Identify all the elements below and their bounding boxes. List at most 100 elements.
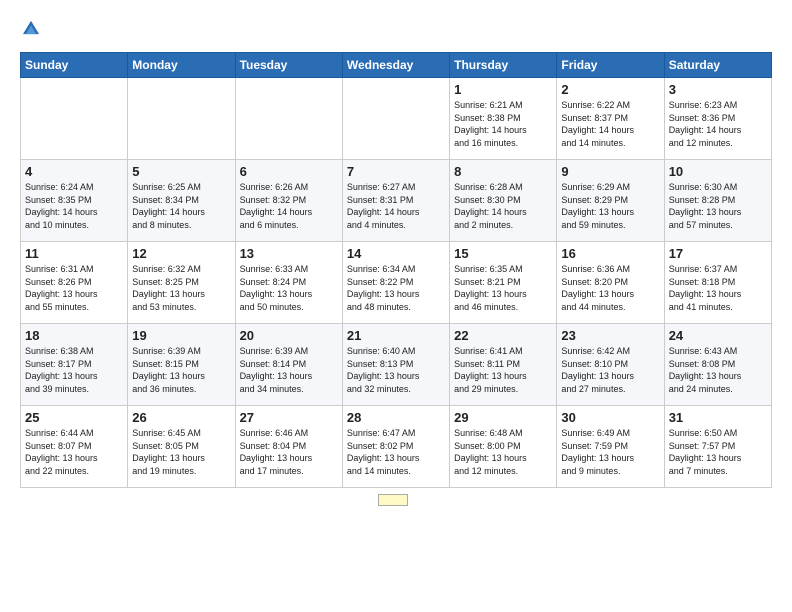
day-number: 11 (25, 246, 123, 261)
calendar-cell: 25 Sunrise: 6:44 AM Sunset: 8:07 PM Dayli… (21, 406, 128, 488)
day-number: 29 (454, 410, 552, 425)
calendar-cell: 9 Sunrise: 6:29 AM Sunset: 8:29 PM Daylig… (557, 160, 664, 242)
calendar-cell: 24 Sunrise: 6:43 AM Sunset: 8:08 PM Dayli… (664, 324, 771, 406)
day-info: Sunrise: 6:43 AM Sunset: 8:08 PM Dayligh… (669, 345, 767, 395)
day-number: 30 (561, 410, 659, 425)
day-number: 3 (669, 82, 767, 97)
week-row-1: 1Sunrise: 6:21 AM Sunset: 8:38 PM Daylig… (21, 78, 772, 160)
day-info: Sunrise: 6:41 AM Sunset: 8:11 PM Dayligh… (454, 345, 552, 395)
calendar-cell: 5 Sunrise: 6:25 AM Sunset: 8:34 PM Daylig… (128, 160, 235, 242)
calendar-cell: 31 Sunrise: 6:50 AM Sunset: 7:57 PM Dayli… (664, 406, 771, 488)
day-info: Sunrise: 6:50 AM Sunset: 7:57 PM Dayligh… (669, 427, 767, 477)
day-number: 12 (132, 246, 230, 261)
calendar-cell: 15 Sunrise: 6:35 AM Sunset: 8:21 PM Dayli… (450, 242, 557, 324)
calendar-cell: 2 Sunrise: 6:22 AM Sunset: 8:37 PM Daylig… (557, 78, 664, 160)
calendar-cell (21, 78, 128, 160)
day-number: 24 (669, 328, 767, 343)
day-info: Sunrise: 6:31 AM Sunset: 8:26 PM Dayligh… (25, 263, 123, 313)
day-info: Sunrise: 6:23 AM Sunset: 8:36 PM Dayligh… (669, 99, 767, 149)
day-number: 8 (454, 164, 552, 179)
day-info: Sunrise: 6:29 AM Sunset: 8:29 PM Dayligh… (561, 181, 659, 231)
day-info: Sunrise: 6:42 AM Sunset: 8:10 PM Dayligh… (561, 345, 659, 395)
calendar-cell: 28 Sunrise: 6:47 AM Sunset: 8:02 PM Dayli… (342, 406, 449, 488)
day-info: Sunrise: 6:34 AM Sunset: 8:22 PM Dayligh… (347, 263, 445, 313)
day-number: 17 (669, 246, 767, 261)
day-info: Sunrise: 6:44 AM Sunset: 8:07 PM Dayligh… (25, 427, 123, 477)
calendar-cell: 26 Sunrise: 6:45 AM Sunset: 8:05 PM Dayli… (128, 406, 235, 488)
day-number: 22 (454, 328, 552, 343)
day-info: Sunrise: 6:22 AM Sunset: 8:37 PM Dayligh… (561, 99, 659, 149)
day-number: 2 (561, 82, 659, 97)
calendar-cell: 8 Sunrise: 6:28 AM Sunset: 8:30 PM Daylig… (450, 160, 557, 242)
calendar-cell: 1Sunrise: 6:21 AM Sunset: 8:38 PM Daylig… (450, 78, 557, 160)
day-number: 21 (347, 328, 445, 343)
calendar-cell: 17 Sunrise: 6:37 AM Sunset: 8:18 PM Dayli… (664, 242, 771, 324)
col-header-sunday: Sunday (21, 53, 128, 78)
day-info: Sunrise: 6:26 AM Sunset: 8:32 PM Dayligh… (240, 181, 338, 231)
calendar-cell: 14 Sunrise: 6:34 AM Sunset: 8:22 PM Dayli… (342, 242, 449, 324)
day-number: 23 (561, 328, 659, 343)
logo (20, 18, 46, 40)
calendar-cell: 4 Sunrise: 6:24 AM Sunset: 8:35 PM Daylig… (21, 160, 128, 242)
day-info: Sunrise: 6:39 AM Sunset: 8:15 PM Dayligh… (132, 345, 230, 395)
calendar-cell: 13Sunrise: 6:33 AM Sunset: 8:24 PM Dayli… (235, 242, 342, 324)
day-info: Sunrise: 6:40 AM Sunset: 8:13 PM Dayligh… (347, 345, 445, 395)
day-number: 26 (132, 410, 230, 425)
calendar-cell: 21 Sunrise: 6:40 AM Sunset: 8:13 PM Dayli… (342, 324, 449, 406)
col-header-thursday: Thursday (450, 53, 557, 78)
day-number: 18 (25, 328, 123, 343)
day-number: 31 (669, 410, 767, 425)
day-info: Sunrise: 6:28 AM Sunset: 8:30 PM Dayligh… (454, 181, 552, 231)
col-header-friday: Friday (557, 53, 664, 78)
day-number: 25 (25, 410, 123, 425)
week-row-2: 4 Sunrise: 6:24 AM Sunset: 8:35 PM Daylig… (21, 160, 772, 242)
day-info: Sunrise: 6:37 AM Sunset: 8:18 PM Dayligh… (669, 263, 767, 313)
calendar-cell: 27 Sunrise: 6:46 AM Sunset: 8:04 PM Dayli… (235, 406, 342, 488)
day-number: 1 (454, 82, 552, 97)
day-number: 20 (240, 328, 338, 343)
daylight-legend (378, 494, 414, 506)
calendar-cell: 30 Sunrise: 6:49 AM Sunset: 7:59 PM Dayli… (557, 406, 664, 488)
day-info: Sunrise: 6:30 AM Sunset: 8:28 PM Dayligh… (669, 181, 767, 231)
day-info: Sunrise: 6:49 AM Sunset: 7:59 PM Dayligh… (561, 427, 659, 477)
day-number: 15 (454, 246, 552, 261)
calendar-cell (342, 78, 449, 160)
day-number: 14 (347, 246, 445, 261)
day-number: 28 (347, 410, 445, 425)
day-info: Sunrise: 6:47 AM Sunset: 8:02 PM Dayligh… (347, 427, 445, 477)
day-number: 4 (25, 164, 123, 179)
day-number: 6 (240, 164, 338, 179)
day-number: 16 (561, 246, 659, 261)
day-info: Sunrise: 6:25 AM Sunset: 8:34 PM Dayligh… (132, 181, 230, 231)
header (20, 18, 772, 40)
day-info: Sunrise: 6:35 AM Sunset: 8:21 PM Dayligh… (454, 263, 552, 313)
footer (20, 494, 772, 506)
day-number: 19 (132, 328, 230, 343)
calendar-cell: 19 Sunrise: 6:39 AM Sunset: 8:15 PM Dayli… (128, 324, 235, 406)
day-info: Sunrise: 6:33 AM Sunset: 8:24 PM Dayligh… (240, 263, 338, 313)
calendar-cell: 16 Sunrise: 6:36 AM Sunset: 8:20 PM Dayli… (557, 242, 664, 324)
day-number: 5 (132, 164, 230, 179)
day-info: Sunrise: 6:45 AM Sunset: 8:05 PM Dayligh… (132, 427, 230, 477)
week-row-4: 18 Sunrise: 6:38 AM Sunset: 8:17 PM Dayli… (21, 324, 772, 406)
generalblue-logo-icon (20, 18, 42, 40)
calendar-cell: 18 Sunrise: 6:38 AM Sunset: 8:17 PM Dayli… (21, 324, 128, 406)
calendar-cell (235, 78, 342, 160)
calendar-cell (128, 78, 235, 160)
calendar-cell: 7Sunrise: 6:27 AM Sunset: 8:31 PM Daylig… (342, 160, 449, 242)
day-info: Sunrise: 6:46 AM Sunset: 8:04 PM Dayligh… (240, 427, 338, 477)
day-info: Sunrise: 6:39 AM Sunset: 8:14 PM Dayligh… (240, 345, 338, 395)
day-info: Sunrise: 6:48 AM Sunset: 8:00 PM Dayligh… (454, 427, 552, 477)
day-info: Sunrise: 6:32 AM Sunset: 8:25 PM Dayligh… (132, 263, 230, 313)
header-row: SundayMondayTuesdayWednesdayThursdayFrid… (21, 53, 772, 78)
calendar-cell: 12 Sunrise: 6:32 AM Sunset: 8:25 PM Dayli… (128, 242, 235, 324)
week-row-5: 25 Sunrise: 6:44 AM Sunset: 8:07 PM Dayli… (21, 406, 772, 488)
week-row-3: 11 Sunrise: 6:31 AM Sunset: 8:26 PM Dayli… (21, 242, 772, 324)
col-header-tuesday: Tuesday (235, 53, 342, 78)
calendar-cell: 10Sunrise: 6:30 AM Sunset: 8:28 PM Dayli… (664, 160, 771, 242)
day-number: 9 (561, 164, 659, 179)
day-number: 27 (240, 410, 338, 425)
day-info: Sunrise: 6:24 AM Sunset: 8:35 PM Dayligh… (25, 181, 123, 231)
day-info: Sunrise: 6:38 AM Sunset: 8:17 PM Dayligh… (25, 345, 123, 395)
day-info: Sunrise: 6:36 AM Sunset: 8:20 PM Dayligh… (561, 263, 659, 313)
